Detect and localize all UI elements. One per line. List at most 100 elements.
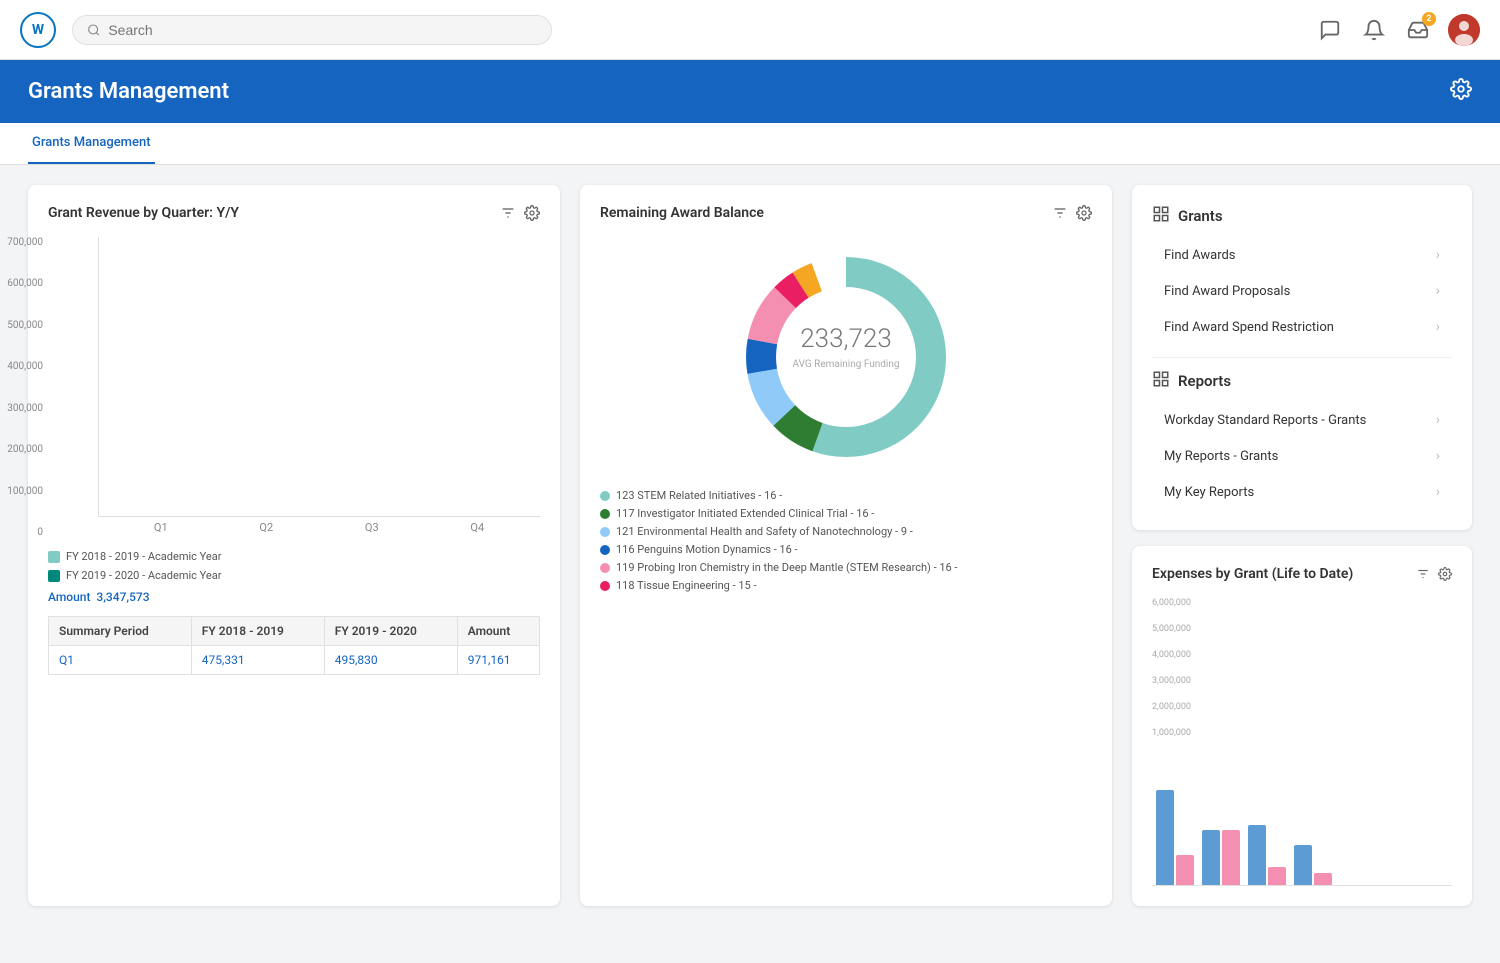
- tab-grants-management[interactable]: Grants Management: [28, 123, 155, 164]
- filter-icon[interactable]: [500, 205, 516, 221]
- y-axis-labels: 700,000600,000500,000400,000300,000200,0…: [0, 237, 43, 538]
- menu-my-key-reports[interactable]: My Key Reports ›: [1152, 474, 1452, 510]
- menu-workday-reports[interactable]: Workday Standard Reports - Grants ›: [1152, 402, 1452, 438]
- legend-color-4: [600, 563, 610, 573]
- settings-icon-2[interactable]: [1076, 205, 1092, 221]
- nav-icons: 2: [1316, 14, 1480, 46]
- cell-amount: 971,161: [457, 646, 539, 675]
- legend-dot-fy2: [48, 570, 60, 582]
- search-icon: [87, 23, 100, 37]
- legend-color-3: [600, 545, 610, 555]
- bar-chart-area: [98, 237, 540, 517]
- grant-revenue-title: Grant Revenue by Quarter: Y/Y: [48, 205, 239, 221]
- inbox-badge: 2: [1422, 12, 1436, 26]
- main-content: Grant Revenue by Quarter: Y/Y 700,000600…: [0, 165, 1500, 926]
- exp-bar-pink-4: [1314, 873, 1332, 885]
- remaining-award-title: Remaining Award Balance: [600, 205, 764, 221]
- page-title: Grants Management: [28, 79, 229, 104]
- exp-bar-blue-3: [1248, 825, 1266, 885]
- avatar[interactable]: [1448, 14, 1480, 46]
- summary-table: Summary Period FY 2018 - 2019 FY 2019 - …: [48, 616, 540, 675]
- exp-bar-group-3: [1248, 825, 1286, 885]
- expenses-title: Expenses by Grant (Life to Date): [1152, 566, 1353, 582]
- exp-bar-pink-1: [1176, 855, 1194, 885]
- svg-text:AVG Remaining Funding: AVG Remaining Funding: [792, 359, 899, 370]
- table-row: Q1 475,331 495,830 971,161: [49, 646, 540, 675]
- right-panel: Grants Find Awards › Find Award Proposal…: [1132, 185, 1472, 906]
- exp-bar-blue-1: [1156, 790, 1174, 885]
- search-bar[interactable]: [72, 15, 552, 45]
- chevron-icon-6: ›: [1436, 484, 1440, 500]
- exp-bar-pink-2: [1222, 830, 1240, 885]
- grant-revenue-header: Grant Revenue by Quarter: Y/Y: [48, 205, 540, 221]
- exp-bar-blue-4: [1294, 845, 1312, 885]
- menu-find-award-proposals[interactable]: Find Award Proposals ›: [1152, 273, 1452, 309]
- chevron-icon: ›: [1436, 247, 1440, 263]
- exp-bar-group-1: [1156, 790, 1194, 885]
- grant-revenue-card: Grant Revenue by Quarter: Y/Y 700,000600…: [28, 185, 560, 906]
- menu-find-awards[interactable]: Find Awards ›: [1152, 237, 1452, 273]
- cell-fy2: 495,830: [324, 646, 457, 675]
- table-header-amount: Amount: [457, 617, 539, 646]
- legend-item-0: 123 STEM Related Initiatives - 16 -: [600, 489, 1092, 502]
- menu-my-reports[interactable]: My Reports - Grants ›: [1152, 438, 1452, 474]
- donut-chart-svg: 233,723 AVG Remaining Funding: [726, 237, 966, 477]
- filter-icon-3[interactable]: [1416, 567, 1430, 581]
- legend-color-0: [600, 491, 610, 501]
- chat-icon[interactable]: [1316, 16, 1344, 44]
- cell-fy1: 475,331: [191, 646, 324, 675]
- legend-item-1: 117 Investigator Initiated Extended Clin…: [600, 507, 1092, 520]
- filter-icon-2[interactable]: [1052, 205, 1068, 221]
- menu-find-award-spend[interactable]: Find Award Spend Restriction ›: [1152, 309, 1452, 345]
- search-input[interactable]: [108, 22, 537, 38]
- table-header-fy1: FY 2018 - 2019: [191, 617, 324, 646]
- expenses-actions[interactable]: [1416, 567, 1452, 581]
- amount-row: Amount 3,347,573: [48, 590, 540, 604]
- expenses-card: Expenses by Grant (Life to Date) 6,000,0…: [1132, 546, 1472, 906]
- chevron-icon-3: ›: [1436, 319, 1440, 335]
- remaining-award-card: Remaining Award Balance: [580, 185, 1112, 906]
- donut-legend: 123 STEM Related Initiatives - 16 - 117 …: [600, 489, 1092, 592]
- grant-revenue-actions[interactable]: [500, 205, 540, 221]
- settings-chart-icon[interactable]: [524, 205, 540, 221]
- expenses-header: Expenses by Grant (Life to Date): [1152, 566, 1452, 582]
- legend-item-2: 121 Environmental Health and Safety of N…: [600, 525, 1092, 538]
- svg-text:233,723: 233,723: [800, 324, 892, 354]
- table-header-period: Summary Period: [49, 617, 192, 646]
- legend-color-5: [600, 581, 610, 591]
- workday-logo[interactable]: W: [20, 12, 56, 48]
- cell-period[interactable]: Q1: [49, 646, 192, 675]
- donut-chart-container: 233,723 AVG Remaining Funding: [600, 237, 1092, 477]
- remaining-award-actions[interactable]: [1052, 205, 1092, 221]
- top-nav: W 2: [0, 0, 1500, 60]
- legend-color-1: [600, 509, 610, 519]
- reports-section-header: Reports: [1152, 370, 1452, 392]
- remaining-award-header: Remaining Award Balance: [600, 205, 1092, 221]
- exp-bar-blue-2: [1202, 830, 1220, 885]
- grants-section-icon: [1152, 205, 1170, 227]
- exp-bar-group-4: [1294, 845, 1332, 885]
- legend-fy1: FY 2018 - 2019 - Academic Year: [48, 550, 540, 563]
- chevron-icon-2: ›: [1436, 283, 1440, 299]
- legend-fy2: FY 2019 - 2020 - Academic Year: [48, 569, 540, 582]
- chart-legend: FY 2018 - 2019 - Academic Year FY 2019 -…: [48, 550, 540, 582]
- reports-section-icon: [1152, 370, 1170, 392]
- legend-item-4: 119 Probing Iron Chemistry in the Deep M…: [600, 561, 1092, 574]
- legend-color-2: [600, 527, 610, 537]
- table-header-fy2: FY 2019 - 2020: [324, 617, 457, 646]
- inbox-icon[interactable]: 2: [1404, 16, 1432, 44]
- chevron-icon-5: ›: [1436, 448, 1440, 464]
- page-header: Grants Management: [0, 60, 1500, 123]
- settings-icon-3[interactable]: [1438, 567, 1452, 581]
- legend-item-3: 116 Penguins Motion Dynamics - 16 -: [600, 543, 1092, 556]
- exp-bar-pink-3: [1268, 867, 1286, 885]
- expenses-chart: [1152, 746, 1452, 886]
- settings-icon[interactable]: [1450, 78, 1472, 105]
- legend-dot-fy1: [48, 551, 60, 563]
- grants-section-header: Grants: [1152, 205, 1452, 227]
- x-axis-labels: Q1Q2Q3Q4: [98, 517, 540, 538]
- page-tabs: Grants Management: [0, 123, 1500, 165]
- chevron-icon-4: ›: [1436, 412, 1440, 428]
- legend-item-5: 118 Tissue Engineering - 15 -: [600, 579, 1092, 592]
- bell-icon[interactable]: [1360, 16, 1388, 44]
